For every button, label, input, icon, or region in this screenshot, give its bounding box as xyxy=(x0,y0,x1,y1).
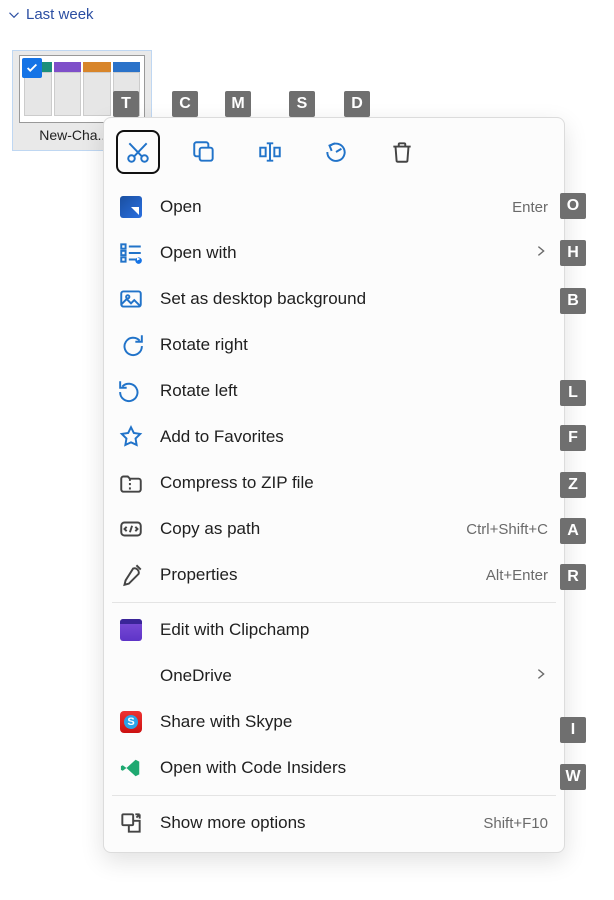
copy-path-icon xyxy=(118,516,144,542)
star-icon xyxy=(118,424,144,450)
share-button[interactable] xyxy=(314,130,358,174)
delete-button[interactable] xyxy=(380,130,424,174)
zip-icon xyxy=(118,470,144,496)
menu-item-set-background[interactable]: Set as desktop background xyxy=(110,276,558,322)
menu-item-favorites[interactable]: Add to Favorites xyxy=(110,414,558,460)
menu-item-clipchamp[interactable]: Edit with Clipchamp xyxy=(110,607,558,653)
copy-button[interactable] xyxy=(182,130,226,174)
menu-item-zip[interactable]: Compress to ZIP file xyxy=(110,460,558,506)
menu-item-open[interactable]: Open Enter xyxy=(110,184,558,230)
menu-label: Copy as path xyxy=(160,519,450,539)
keyhint-a: A xyxy=(560,518,586,544)
keyhint-b: B xyxy=(560,288,586,314)
rotate-left-icon xyxy=(118,378,144,404)
rotate-right-icon xyxy=(118,332,144,358)
cut-button[interactable] xyxy=(116,130,160,174)
open-icon xyxy=(120,196,142,218)
menu-item-open-with[interactable]: Open with xyxy=(110,230,558,276)
clipchamp-icon xyxy=(120,619,142,641)
share-icon xyxy=(323,139,349,165)
context-toolbar xyxy=(110,124,558,184)
show-more-icon xyxy=(118,810,144,836)
context-menu: Open Enter Open with Set as desktop back… xyxy=(103,117,565,853)
scissors-icon xyxy=(125,139,151,165)
chevron-right-icon xyxy=(534,243,548,263)
picture-icon xyxy=(118,286,144,312)
menu-accel: Alt+Enter xyxy=(486,567,548,584)
menu-label: Open with xyxy=(160,243,518,263)
menu-item-copy-path[interactable]: Copy as path Ctrl+Shift+C xyxy=(110,506,558,552)
menu-item-more-options[interactable]: Show more options Shift+F10 xyxy=(110,800,558,846)
chevron-right-icon xyxy=(534,666,548,686)
rename-icon xyxy=(257,139,283,165)
menu-label: Compress to ZIP file xyxy=(160,473,548,493)
keyhint-m: M xyxy=(225,91,251,117)
keyhint-o: O xyxy=(560,193,586,219)
separator xyxy=(112,602,556,603)
keyhint-l: L xyxy=(560,380,586,406)
menu-accel: Shift+F10 xyxy=(483,815,548,832)
vscode-insiders-icon xyxy=(120,757,142,779)
open-with-icon xyxy=(118,240,144,266)
menu-label: Add to Favorites xyxy=(160,427,548,447)
keyhint-c: C xyxy=(172,91,198,117)
menu-label: Open with Code Insiders xyxy=(160,758,548,778)
keyhint-d: D xyxy=(344,91,370,117)
keyhint-f: F xyxy=(560,425,586,451)
wrench-icon xyxy=(118,562,144,588)
keyhint-i: I xyxy=(560,717,586,743)
menu-label: Set as desktop background xyxy=(160,289,548,309)
rename-button[interactable] xyxy=(248,130,292,174)
skype-icon: S xyxy=(120,711,142,733)
menu-label: Properties xyxy=(160,565,470,585)
trash-icon xyxy=(389,139,415,165)
menu-item-code-insiders[interactable]: Open with Code Insiders xyxy=(110,745,558,791)
group-header-last-week[interactable]: Last week xyxy=(0,0,614,31)
menu-accel: Ctrl+Shift+C xyxy=(466,521,548,538)
menu-label: Show more options xyxy=(160,813,467,833)
menu-item-onedrive[interactable]: OneDrive xyxy=(110,653,558,699)
group-label: Last week xyxy=(26,6,94,23)
menu-item-rotate-left[interactable]: Rotate left xyxy=(110,368,558,414)
menu-label: Open xyxy=(160,197,496,217)
keyhint-w: W xyxy=(560,764,586,790)
keyhint-r: R xyxy=(560,564,586,590)
menu-item-skype[interactable]: S Share with Skype xyxy=(110,699,558,745)
keyhint-s: S xyxy=(289,91,315,117)
chevron-down-icon xyxy=(8,9,20,21)
menu-item-rotate-right[interactable]: Rotate right xyxy=(110,322,558,368)
menu-label: Share with Skype xyxy=(160,712,548,732)
keyhint-h: H xyxy=(560,240,586,266)
separator xyxy=(112,795,556,796)
keyhint-t: T xyxy=(113,91,139,117)
menu-accel: Enter xyxy=(512,199,548,216)
copy-icon xyxy=(191,139,217,165)
menu-label: Rotate right xyxy=(160,335,548,355)
menu-item-properties[interactable]: Properties Alt+Enter xyxy=(110,552,558,598)
selection-check-icon[interactable] xyxy=(22,58,42,78)
keyhint-z: Z xyxy=(560,472,586,498)
menu-label: Edit with Clipchamp xyxy=(160,620,548,640)
menu-label: Rotate left xyxy=(160,381,548,401)
menu-label: OneDrive xyxy=(160,666,518,686)
